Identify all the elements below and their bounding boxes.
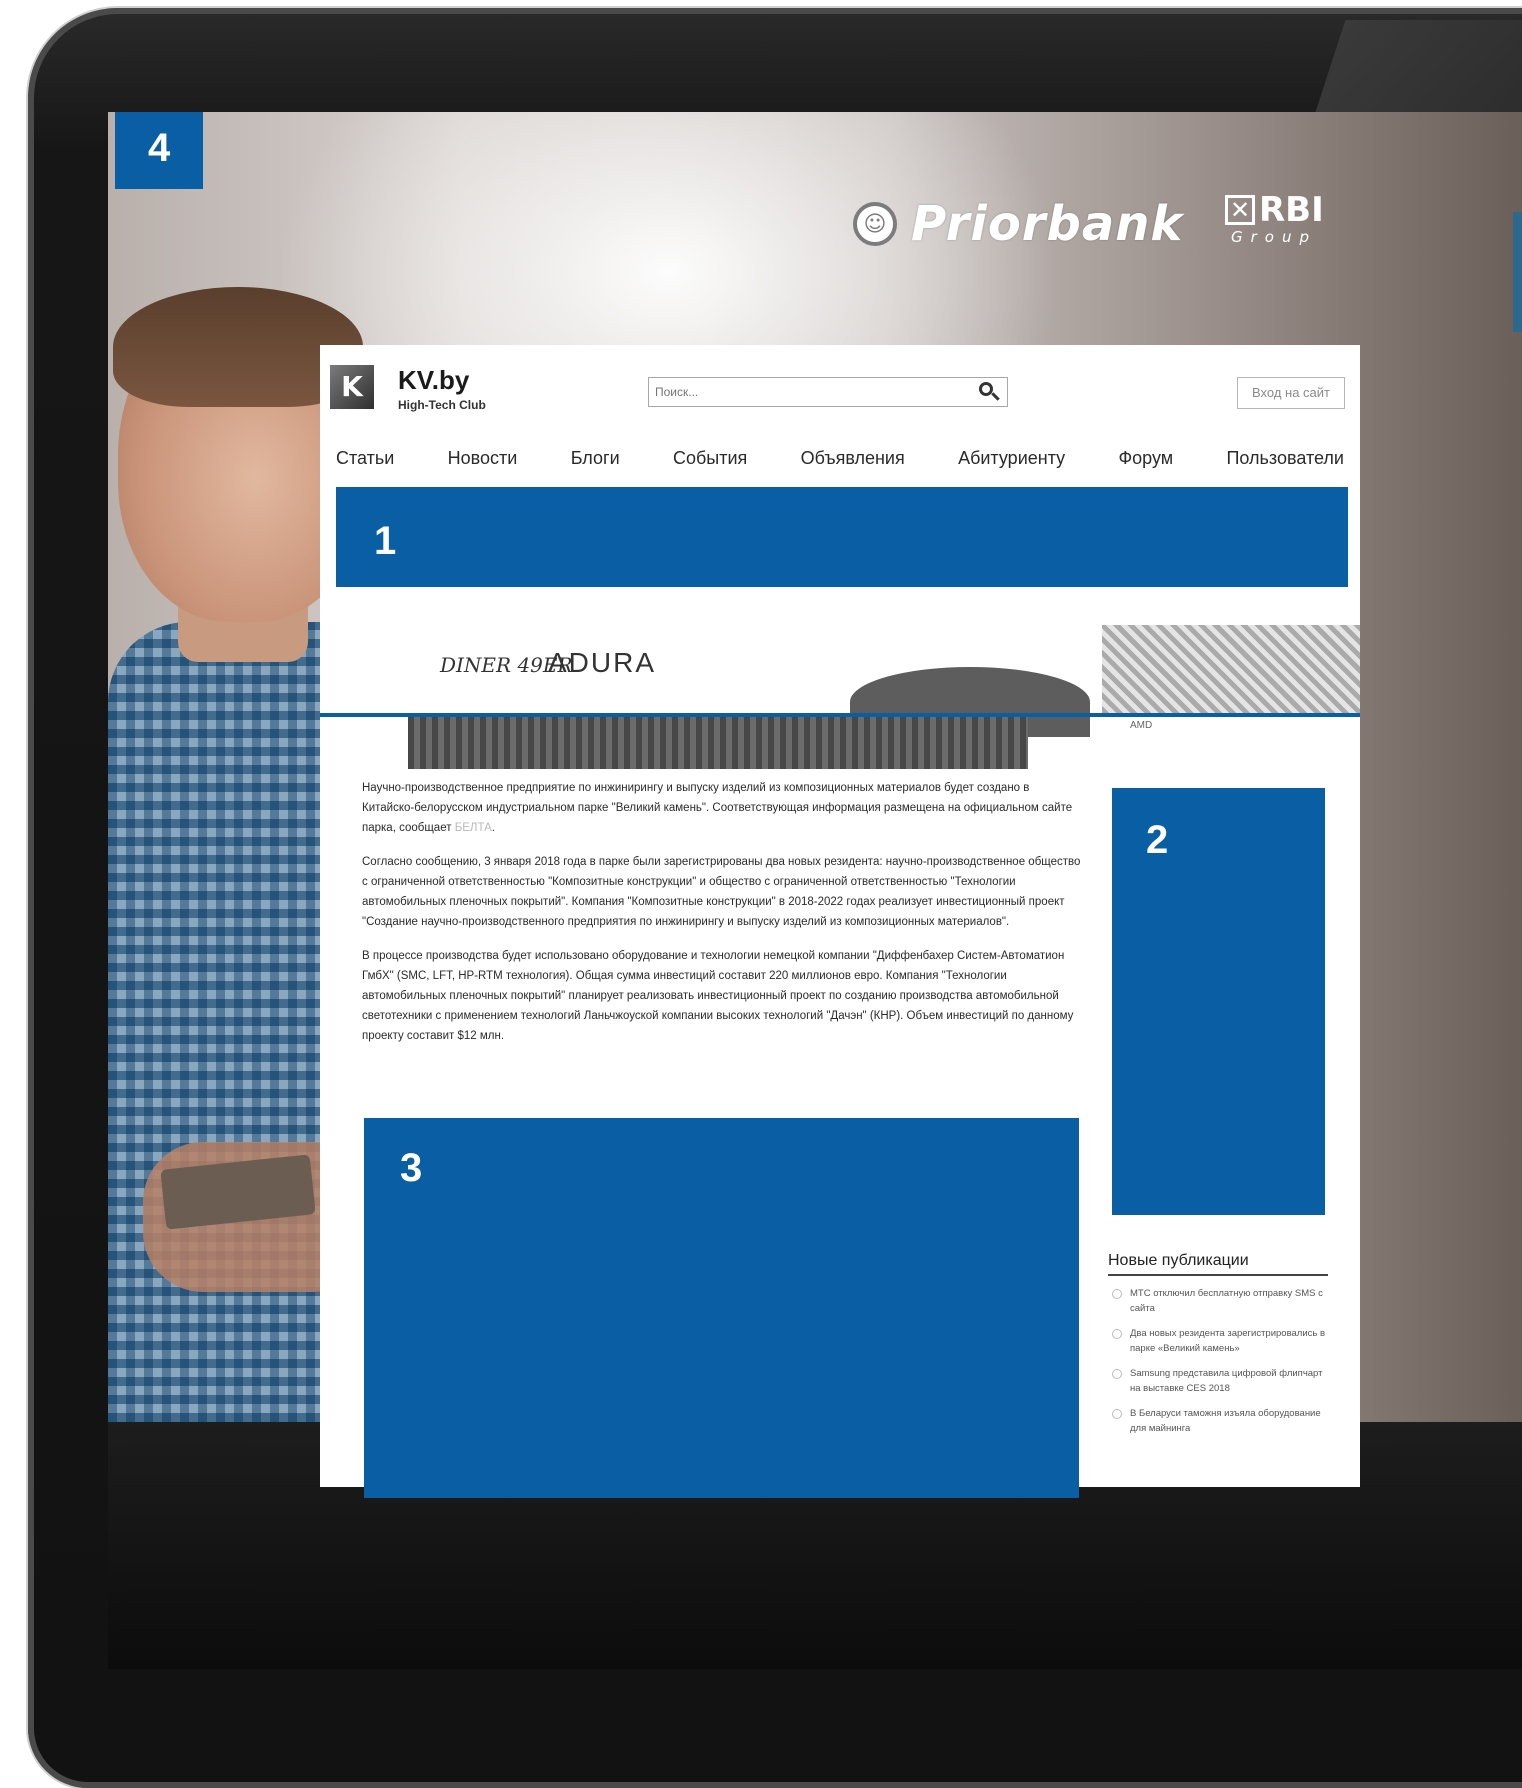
brand-adura: ADURA xyxy=(548,647,657,678)
banner-city-thumbnail[interactable] xyxy=(1102,625,1360,713)
publication-item[interactable]: МТС отключил бесплатную отправку SMS с с… xyxy=(1108,1286,1328,1316)
rbi-group-label: Group xyxy=(1231,228,1317,246)
nav-item-articles[interactable]: Статьи xyxy=(336,440,394,476)
new-publications: Новые публикации МТС отключил бесплатную… xyxy=(1108,1252,1328,1436)
login-button[interactable]: Вход на сайт xyxy=(1237,377,1345,409)
laptop-device: ☺ Priorbank ✕ RBI Group K KV.by High-Tech… xyxy=(0,0,1522,1788)
ad-placeholder-1: 1 xyxy=(336,487,1348,587)
nav-item-blogs[interactable]: Блоги xyxy=(571,440,620,476)
nav-item-news[interactable]: Новости xyxy=(448,440,518,476)
bezel-reflection xyxy=(1314,20,1522,115)
bullet-icon xyxy=(1112,1289,1122,1299)
article-body: Научно-производственное предприятие по и… xyxy=(362,778,1082,1060)
article-paragraph: Научно-производственное предприятие по и… xyxy=(362,782,1073,834)
rbi-group-logo: ✕ RBI Group xyxy=(1225,192,1324,246)
search-box xyxy=(648,377,1008,407)
ad-placeholder-3: 3 xyxy=(364,1118,1079,1498)
search-button[interactable] xyxy=(977,380,1001,404)
main-nav: Статьи Новости Блоги События Объявления … xyxy=(320,440,1360,476)
publication-item[interactable]: Два новых резидента зарегистрировались в… xyxy=(1108,1326,1328,1356)
site-logo-icon[interactable]: K xyxy=(330,365,374,409)
publication-item[interactable]: В Беларуси таможня изъяла оборудование д… xyxy=(1108,1406,1328,1436)
article-paragraph: В процессе производства будет использова… xyxy=(362,950,1074,1042)
nav-item-forum[interactable]: Форум xyxy=(1118,440,1173,476)
rbi-mark: RBI xyxy=(1259,190,1324,230)
bullet-icon xyxy=(1112,1409,1122,1419)
article-image-banner: DINER 49ER ADURA AMD xyxy=(320,625,1360,770)
article-photo xyxy=(408,717,1028,769)
ad-placeholder-2: 2 xyxy=(1112,788,1325,1215)
nav-item-users[interactable]: Пользователи xyxy=(1226,440,1343,476)
sponsor-name: Priorbank xyxy=(911,196,1184,252)
article-paragraph: Согласно сообщению, 3 января 2018 года в… xyxy=(362,856,1081,928)
ad-placeholder-4: 4 xyxy=(115,112,203,189)
site-tagline: High-Tech Club xyxy=(398,398,486,412)
publications-title: Новые публикации xyxy=(1108,1252,1328,1276)
thumbnail-caption[interactable]: AMD xyxy=(1130,720,1152,731)
sponsor-emblem-icon: ☺ xyxy=(853,202,897,246)
nav-item-events[interactable]: События xyxy=(673,440,747,476)
source-link[interactable]: БЕЛТА xyxy=(455,822,492,834)
nav-item-ads[interactable]: Объявления xyxy=(801,440,905,476)
sponsor-logo[interactable]: ☺ Priorbank xyxy=(853,194,1183,254)
site-name[interactable]: KV.by xyxy=(398,365,469,396)
search-input[interactable] xyxy=(655,382,955,402)
bullet-icon xyxy=(1112,1329,1122,1339)
bullet-icon xyxy=(1112,1369,1122,1379)
screen-edge-accent xyxy=(1513,212,1522,332)
publication-item[interactable]: Samsung представила цифровой флипчарт на… xyxy=(1108,1366,1328,1396)
rbi-x-icon: ✕ xyxy=(1225,195,1255,225)
nav-item-applicants[interactable]: Абитуриенту xyxy=(958,440,1065,476)
